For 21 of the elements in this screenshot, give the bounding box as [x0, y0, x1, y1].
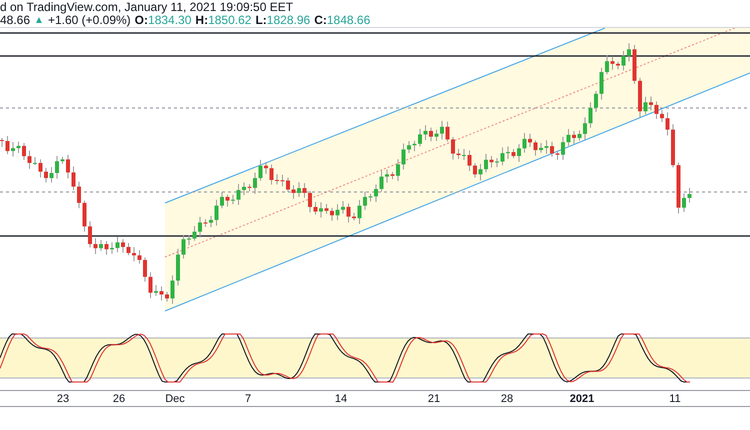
ohlc-value: 1848.66: [326, 14, 370, 27]
ohlc-label: C:: [314, 14, 327, 27]
date-tick-label: 11: [669, 393, 681, 405]
date-tick-label: 14: [334, 393, 348, 405]
date-tick-label: 7: [244, 393, 252, 405]
chart-title: d on TradingView.com, January 11, 2021 19:09:50 EET: [0, 1, 294, 14]
price-change: +1.60 (+0.09%): [48, 14, 131, 27]
ohlc-value: 1828.96: [266, 14, 310, 27]
date-tick-label: 26: [112, 393, 126, 405]
ohlc-value: 1834.30: [148, 14, 192, 27]
up-arrow-icon: ▲: [34, 14, 44, 27]
ohlc-label: L:: [255, 14, 267, 27]
ohlc-label: O:: [134, 14, 148, 27]
date-tick-label: 28: [500, 393, 514, 405]
date-tick-label: Dec: [165, 393, 185, 405]
date-tick-label: 23: [56, 393, 70, 405]
last-price: 48.66: [0, 14, 30, 27]
ohlc-label: H:: [195, 14, 208, 27]
date-tick-label: 21: [428, 393, 440, 405]
date-tick-label: 2021: [570, 393, 594, 405]
ohlc-value: 1850.62: [208, 14, 252, 27]
